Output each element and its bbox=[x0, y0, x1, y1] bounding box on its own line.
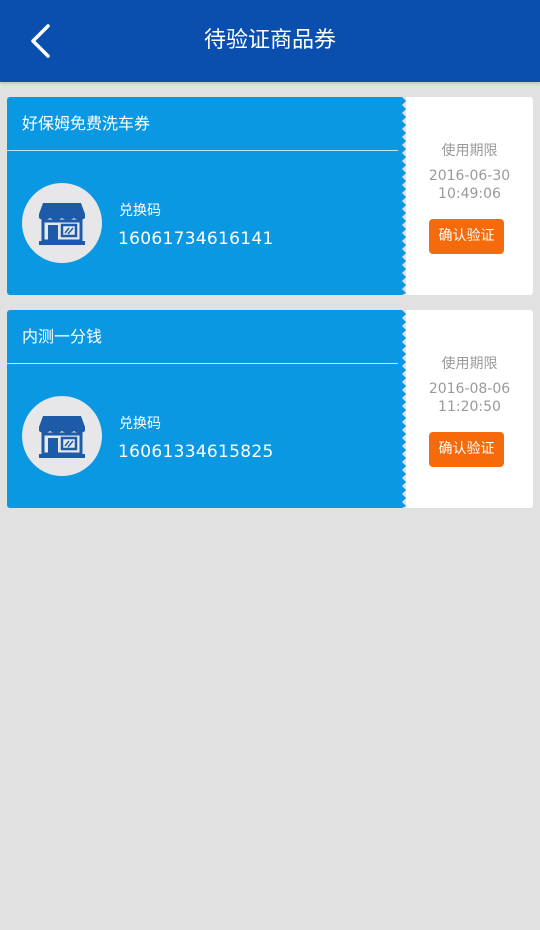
coupon-card: 内测一分钱 兑换码 16061334615825 使用期限 2016-08-06… bbox=[7, 310, 533, 508]
perforation-edge bbox=[398, 310, 406, 508]
coupon-divider bbox=[7, 363, 401, 364]
coupon-name: 好保姆免费洗车券 bbox=[22, 114, 151, 133]
page-title: 待验证商品券 bbox=[203, 28, 336, 53]
store-avatar bbox=[22, 396, 102, 476]
validity-date: 2016-08-06 bbox=[428, 381, 511, 397]
validity-date: 2016-06-30 bbox=[428, 168, 511, 184]
code-value: 16061334615825 bbox=[118, 442, 274, 462]
coupon-card: 好保姆免费洗车券 兑换码 16061734616141 使用期限 2016-06… bbox=[7, 97, 533, 295]
code-label: 兑换码 bbox=[119, 416, 161, 432]
coupon-name: 内测一分钱 bbox=[22, 327, 103, 346]
code-value: 16061734616141 bbox=[118, 229, 274, 249]
store-avatar bbox=[22, 183, 102, 263]
app-header: 待验证商品券 bbox=[0, 0, 540, 82]
confirm-verify-button[interactable]: 确认验证 bbox=[429, 219, 504, 254]
validity-label: 使用期限 bbox=[441, 356, 498, 372]
perforation-edge bbox=[398, 97, 406, 295]
coupon-stub: 使用期限 2016-08-06 11:20:50 确认验证 bbox=[406, 310, 533, 508]
code-label: 兑换码 bbox=[119, 203, 161, 219]
confirm-verify-button[interactable]: 确认验证 bbox=[429, 432, 504, 467]
validity-time: 11:20:50 bbox=[438, 399, 501, 415]
store-icon bbox=[39, 203, 85, 245]
validity-time: 10:49:06 bbox=[438, 186, 501, 202]
coupon-main: 好保姆免费洗车券 兑换码 16061734616141 bbox=[7, 97, 401, 295]
coupon-divider bbox=[7, 150, 401, 151]
store-icon bbox=[39, 416, 85, 458]
coupon-stub: 使用期限 2016-06-30 10:49:06 确认验证 bbox=[406, 97, 533, 295]
validity-label: 使用期限 bbox=[441, 143, 498, 159]
coupon-main: 内测一分钱 兑换码 16061334615825 bbox=[7, 310, 401, 508]
